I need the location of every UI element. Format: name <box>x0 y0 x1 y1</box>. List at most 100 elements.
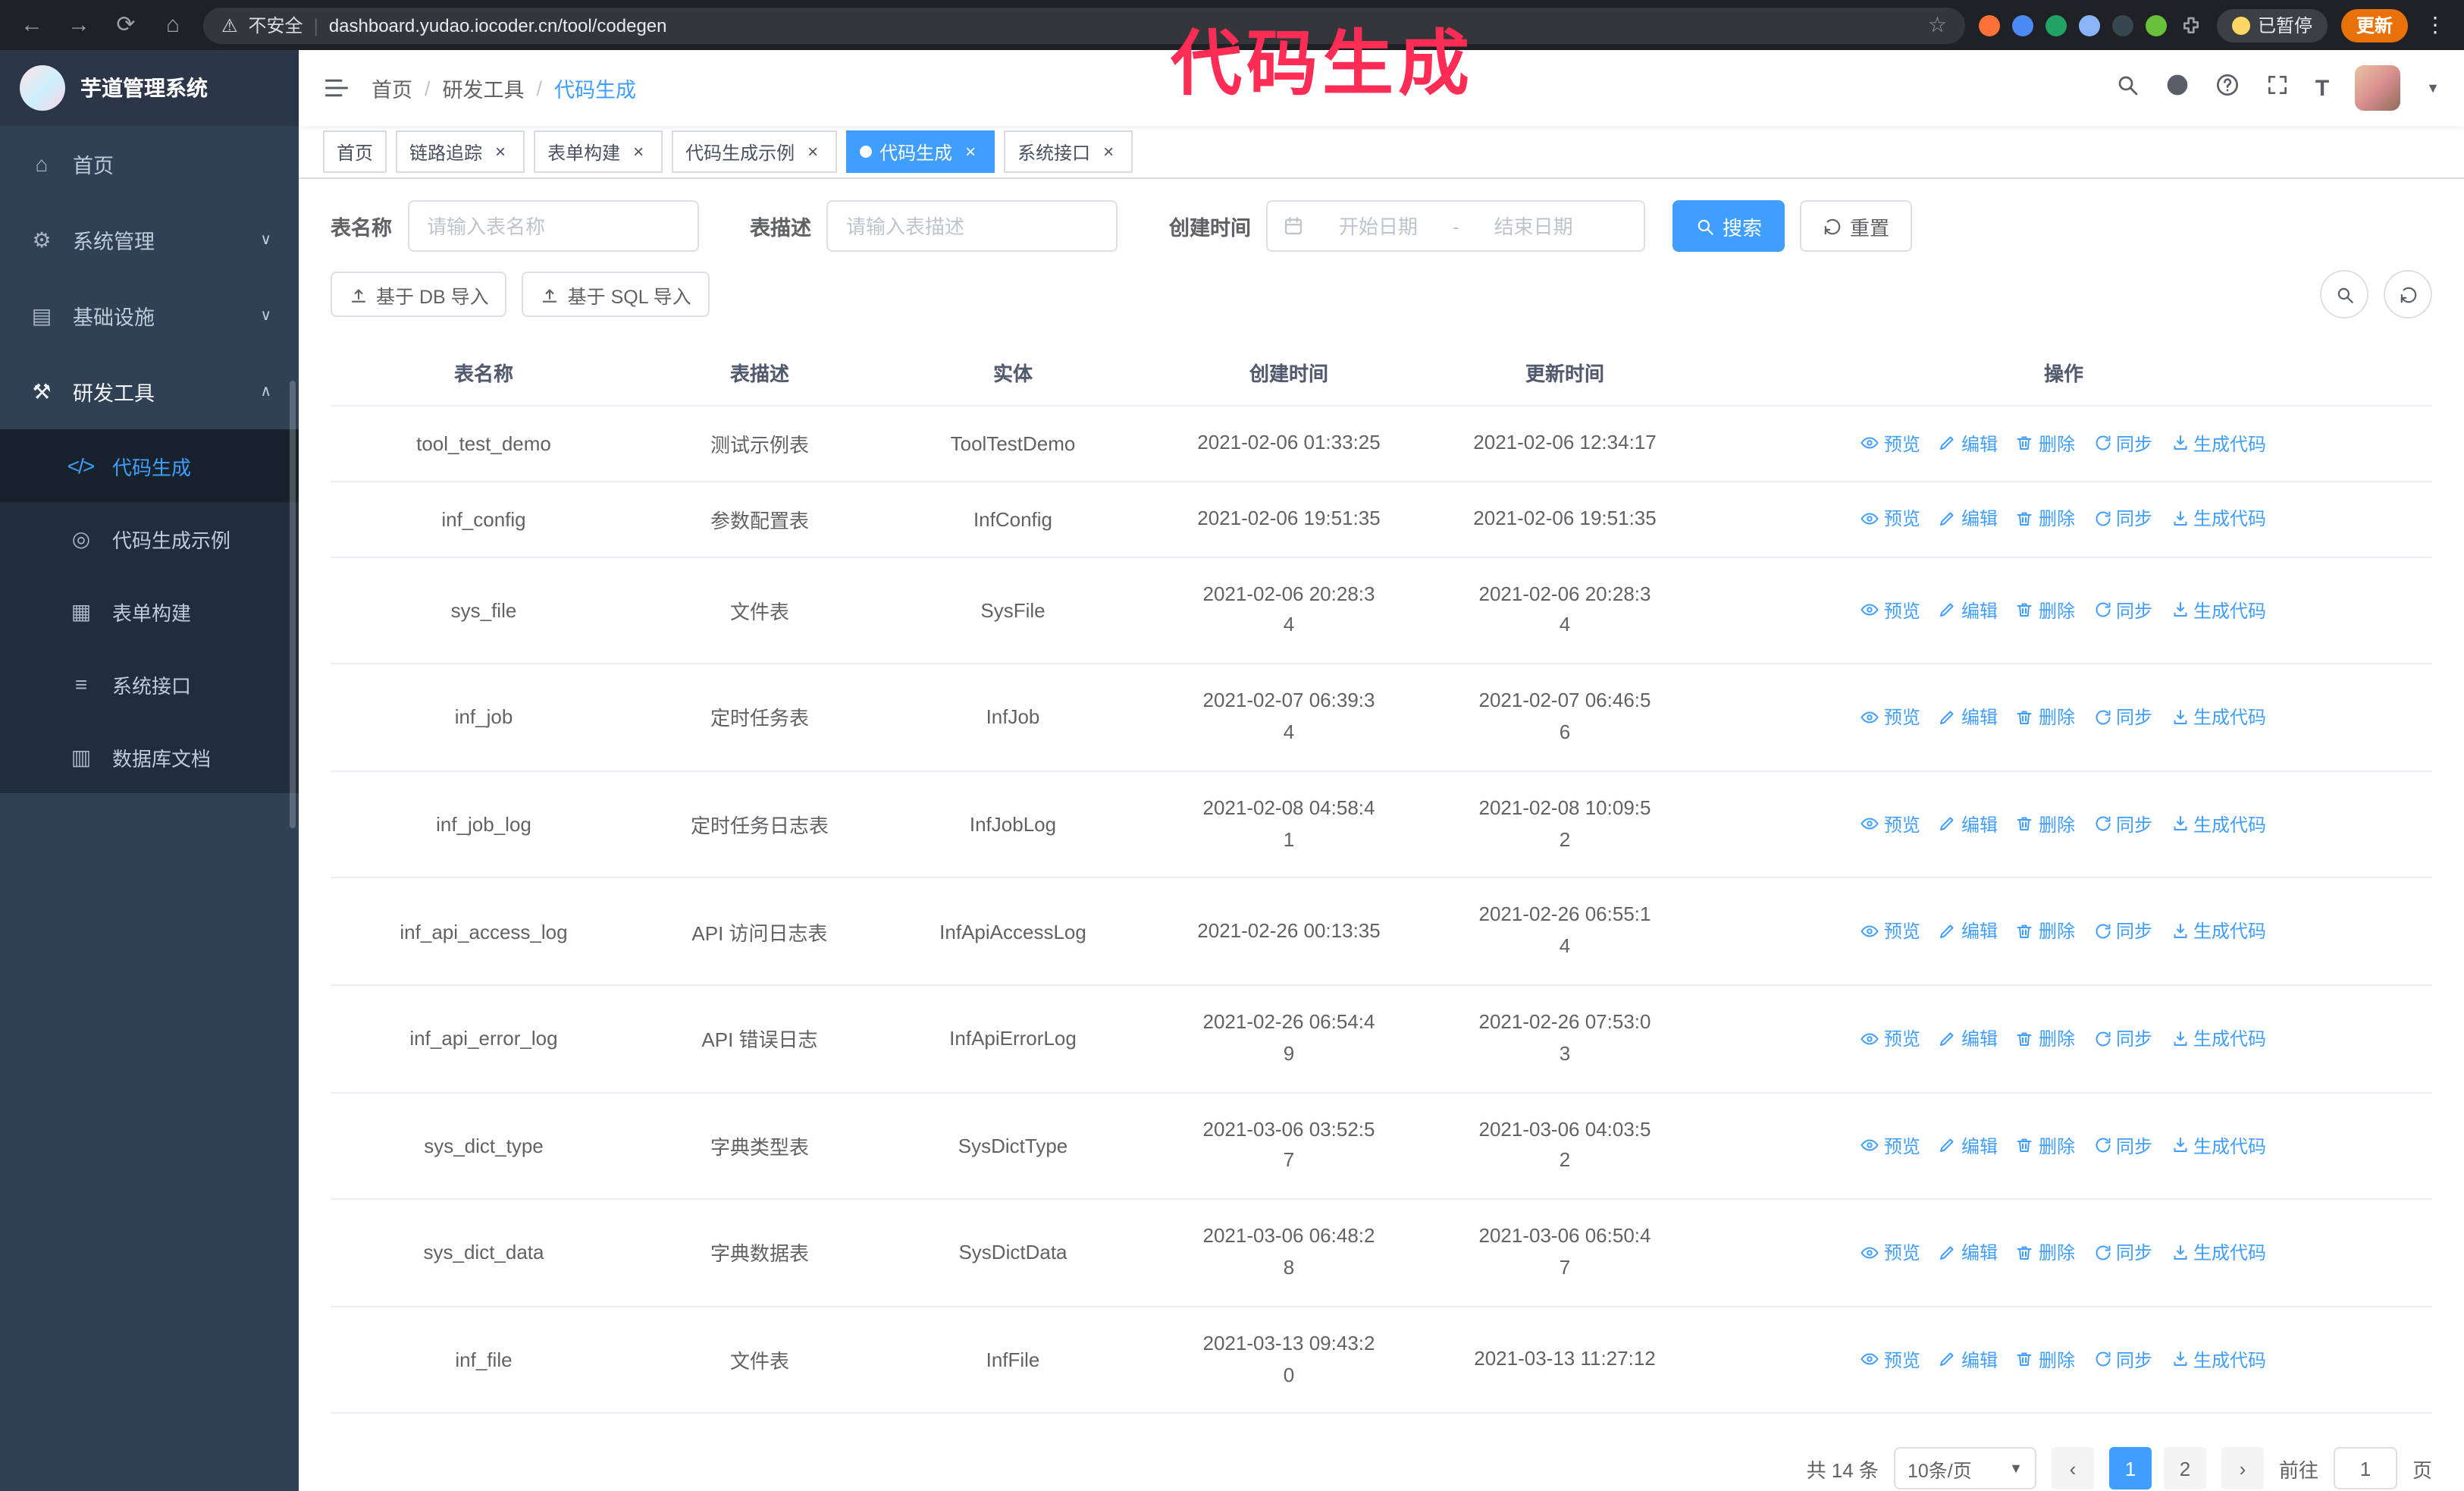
edit-link[interactable]: 编辑 <box>1939 704 1998 730</box>
edit-link[interactable]: 编辑 <box>1939 506 1998 532</box>
next-page-button[interactable]: › <box>2221 1447 2264 1490</box>
goto-page-input[interactable] <box>2333 1447 2397 1490</box>
delete-link[interactable]: 删除 <box>2016 430 2075 456</box>
bookmark-star-icon[interactable]: ☆ <box>1928 12 1947 38</box>
sync-link[interactable]: 同步 <box>2093 1025 2152 1051</box>
edit-link[interactable]: 编辑 <box>1939 1025 1998 1051</box>
generate-link[interactable]: 生成代码 <box>2171 506 2266 532</box>
table-desc-input[interactable] <box>826 200 1118 252</box>
sidebar-item-form-builder[interactable]: ▦ 表单构建 <box>0 575 299 648</box>
tag[interactable]: 链路追踪 × <box>396 130 525 173</box>
delete-link[interactable]: 删除 <box>2016 1239 2075 1265</box>
logo[interactable]: 芋道管理系统 <box>0 50 299 126</box>
close-icon[interactable]: × <box>490 141 511 162</box>
preview-link[interactable]: 预览 <box>1861 1025 1920 1051</box>
help-icon[interactable] <box>2215 72 2240 104</box>
sync-link[interactable]: 同步 <box>2093 430 2152 456</box>
edit-link[interactable]: 编辑 <box>1939 430 1998 456</box>
extension-icon[interactable] <box>2111 14 2133 36</box>
reset-button[interactable]: 重置 <box>1800 200 1913 252</box>
preview-link[interactable]: 预览 <box>1861 918 1920 944</box>
font-size-icon[interactable]: T <box>2315 75 2329 101</box>
home-icon[interactable]: ⌂ <box>156 8 190 42</box>
tag[interactable]: 表单构建 × <box>534 130 663 173</box>
update-button[interactable]: 更新 <box>2340 8 2408 42</box>
generate-link[interactable]: 生成代码 <box>2171 1132 2266 1158</box>
delete-link[interactable]: 删除 <box>2016 597 2075 623</box>
sync-link[interactable]: 同步 <box>2093 1347 2152 1373</box>
sidebar-item-devtools[interactable]: ⚒ 研发工具 ∧ <box>0 353 299 429</box>
sync-link[interactable]: 同步 <box>2093 597 2152 623</box>
close-icon[interactable]: × <box>802 141 823 162</box>
page-button-1[interactable]: 1 <box>2108 1447 2152 1490</box>
breadcrumb-item[interactable]: 首页 <box>371 73 412 103</box>
prev-page-button[interactable]: ‹ <box>2051 1447 2094 1490</box>
tag[interactable]: 代码生成 × <box>846 130 995 173</box>
reload-icon[interactable]: ⟳ <box>109 8 143 42</box>
tag[interactable]: 首页 <box>323 130 387 173</box>
sidebar-item-infra[interactable]: ▤ 基础设施 ∨ <box>0 278 299 353</box>
generate-link[interactable]: 生成代码 <box>2171 1025 2266 1051</box>
sync-link[interactable]: 同步 <box>2093 506 2152 532</box>
search-button[interactable]: 搜索 <box>1672 200 1785 252</box>
edit-link[interactable]: 编辑 <box>1939 1239 1998 1265</box>
preview-link[interactable]: 预览 <box>1861 506 1920 532</box>
page-button-2[interactable]: 2 <box>2163 1447 2206 1490</box>
delete-link[interactable]: 删除 <box>2016 1132 2075 1158</box>
delete-link[interactable]: 删除 <box>2016 1347 2075 1373</box>
chevron-down-icon[interactable]: ▼ <box>2426 80 2440 96</box>
edit-link[interactable]: 编辑 <box>1939 811 1998 837</box>
sidebar-item-codegen-example[interactable]: ◎ 代码生成示例 <box>0 502 299 575</box>
start-date-input[interactable] <box>1313 213 1444 239</box>
extension-icon[interactable] <box>2078 14 2100 36</box>
close-icon[interactable]: × <box>628 141 649 162</box>
close-icon[interactable]: × <box>960 141 981 162</box>
generate-link[interactable]: 生成代码 <box>2171 918 2266 944</box>
search-icon[interactable] <box>2115 72 2140 104</box>
generate-link[interactable]: 生成代码 <box>2171 597 2266 623</box>
sidebar-item-api[interactable]: ≡ 系统接口 <box>0 648 299 720</box>
generate-link[interactable]: 生成代码 <box>2171 811 2266 837</box>
close-icon[interactable]: × <box>1098 141 1119 162</box>
delete-link[interactable]: 删除 <box>2016 1025 2075 1051</box>
page-size-select[interactable]: 10条/页 ▼ <box>1893 1447 2036 1490</box>
fullscreen-icon[interactable] <box>2265 72 2290 104</box>
generate-link[interactable]: 生成代码 <box>2171 1239 2266 1265</box>
forward-icon[interactable]: → <box>62 8 96 42</box>
extension-icon[interactable] <box>2045 14 2067 36</box>
toggle-search-button[interactable] <box>2320 270 2368 319</box>
tag[interactable]: 代码生成示例 × <box>672 130 838 173</box>
puzzle-icon[interactable] <box>2179 13 2203 37</box>
preview-link[interactable]: 预览 <box>1861 704 1920 730</box>
table-name-input[interactable] <box>407 200 698 252</box>
scrollbar-thumb[interactable] <box>290 381 296 828</box>
delete-link[interactable]: 删除 <box>2016 506 2075 532</box>
back-icon[interactable]: ← <box>15 8 49 42</box>
refresh-button[interactable] <box>2384 270 2432 319</box>
sync-link[interactable]: 同步 <box>2093 704 2152 730</box>
preview-link[interactable]: 预览 <box>1861 1239 1920 1265</box>
tag[interactable]: 系统接口 × <box>1004 130 1133 173</box>
extension-icon[interactable] <box>1978 14 2000 36</box>
sync-link[interactable]: 同步 <box>2093 811 2152 837</box>
sidebar-item-db-doc[interactable]: ▥ 数据库文档 <box>0 720 299 793</box>
preview-link[interactable]: 预览 <box>1861 430 1920 456</box>
edit-link[interactable]: 编辑 <box>1939 1132 1998 1158</box>
sidebar-item-home[interactable]: ⌂ 首页 <box>0 126 299 202</box>
edit-link[interactable]: 编辑 <box>1939 1347 1998 1373</box>
delete-link[interactable]: 删除 <box>2016 811 2075 837</box>
sidebar-item-system[interactable]: ⚙ 系统管理 ∨ <box>0 202 299 278</box>
edit-link[interactable]: 编辑 <box>1939 918 1998 944</box>
delete-link[interactable]: 删除 <box>2016 704 2075 730</box>
avatar[interactable] <box>2355 65 2401 111</box>
paused-badge[interactable]: 已暂停 <box>2216 8 2328 42</box>
delete-link[interactable]: 删除 <box>2016 918 2075 944</box>
github-icon[interactable] <box>2165 72 2190 104</box>
generate-link[interactable]: 生成代码 <box>2171 704 2266 730</box>
sync-link[interactable]: 同步 <box>2093 918 2152 944</box>
sync-link[interactable]: 同步 <box>2093 1132 2152 1158</box>
preview-link[interactable]: 预览 <box>1861 1347 1920 1373</box>
import-sql-button[interactable]: 基于 SQL 导入 <box>522 272 710 317</box>
sync-link[interactable]: 同步 <box>2093 1239 2152 1265</box>
import-db-button[interactable]: 基于 DB 导入 <box>331 272 507 317</box>
